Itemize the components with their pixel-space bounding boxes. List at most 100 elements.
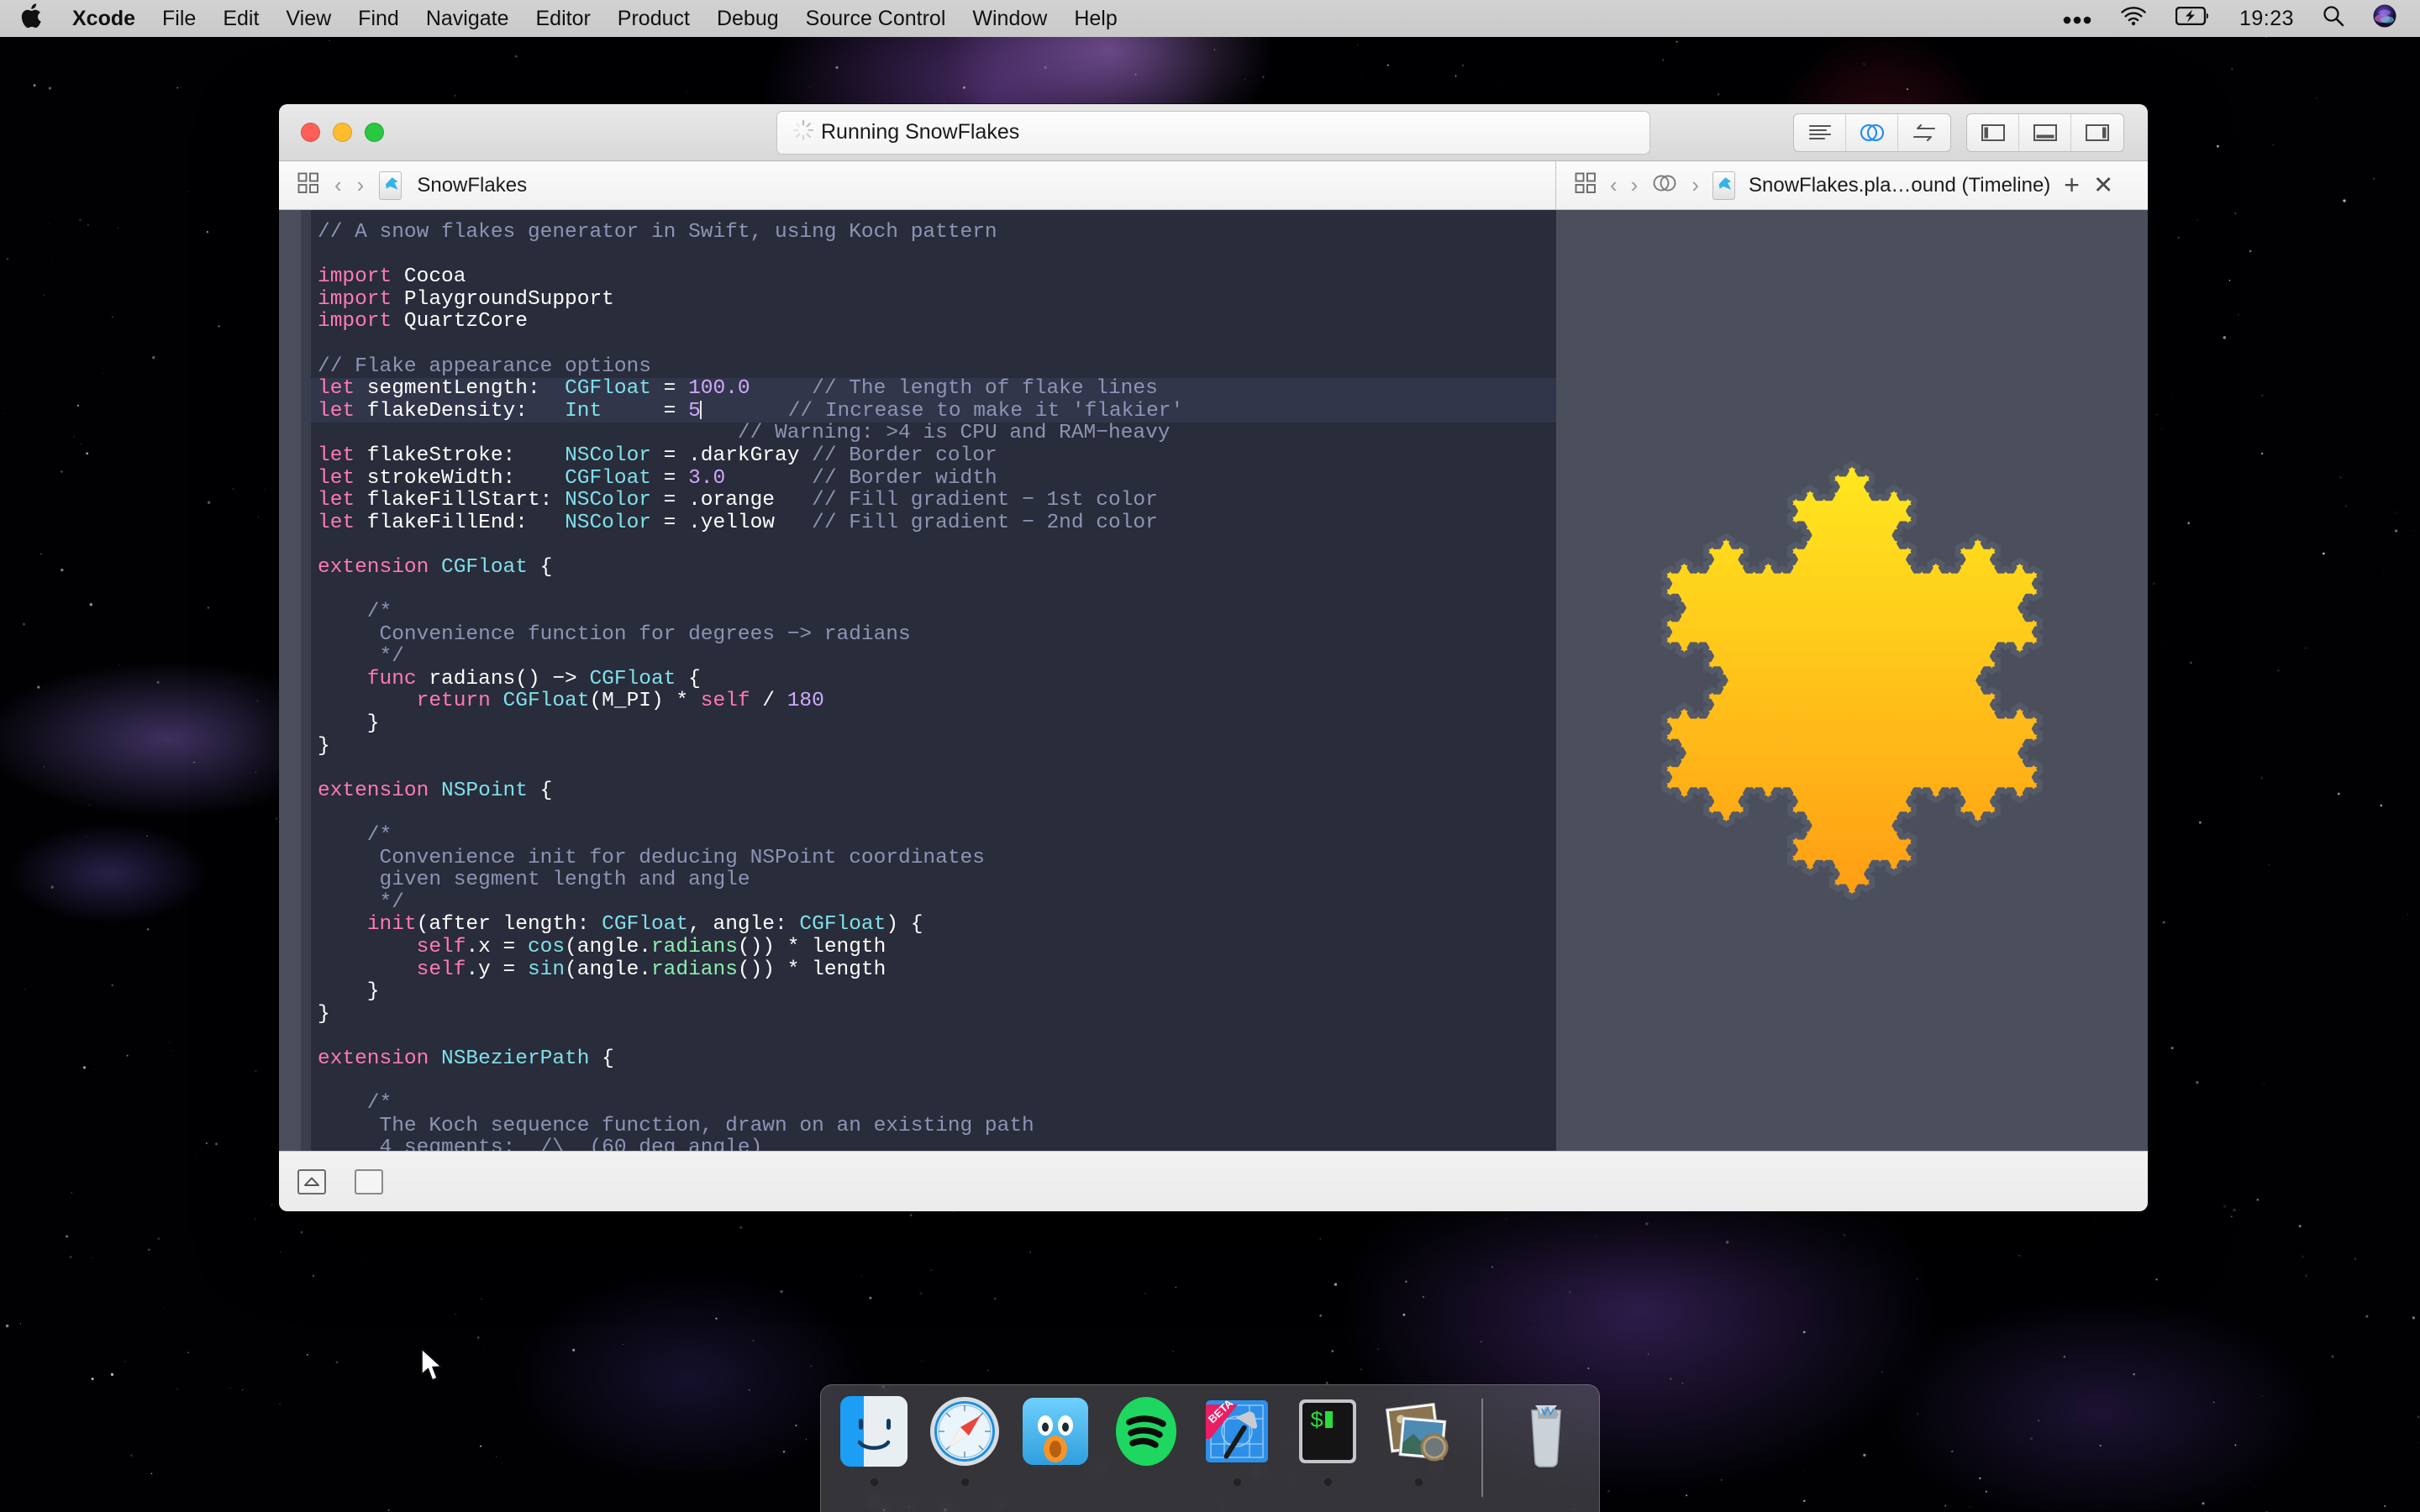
code-token: // Border color bbox=[812, 444, 997, 467]
dock-item-terminal[interactable]: $ bbox=[1292, 1395, 1364, 1486]
menu-item-xcode[interactable]: Xcode bbox=[59, 0, 149, 37]
menu-item-navigate[interactable]: Navigate bbox=[413, 0, 523, 37]
window-title-bar: Running SnowFlakes bbox=[279, 104, 2148, 161]
code-token: , angle: bbox=[688, 913, 799, 936]
menu-item-edit[interactable]: Edit bbox=[209, 0, 272, 37]
plus-icon[interactable]: + bbox=[2064, 170, 2080, 201]
hide-debug-area-button[interactable] bbox=[297, 1169, 326, 1194]
code-token bbox=[318, 668, 367, 690]
wifi-icon[interactable] bbox=[2120, 6, 2147, 32]
code-line: extension NSBezierPath { bbox=[311, 1048, 1556, 1071]
jump-bar-path-editor[interactable]: SnowFlakes bbox=[417, 174, 527, 197]
dock-item-spotify[interactable] bbox=[1110, 1395, 1182, 1486]
timeline-preview-pane[interactable] bbox=[1556, 210, 2148, 1151]
code-token: = .yellow bbox=[651, 512, 812, 534]
trash-icon bbox=[1510, 1395, 1582, 1467]
toggle-utilities-button[interactable] bbox=[2071, 114, 2123, 151]
spotlight-search-icon[interactable] bbox=[2323, 5, 2344, 33]
zoom-window-button[interactable] bbox=[365, 123, 384, 142]
code-token bbox=[318, 690, 417, 712]
code-token: NSColor bbox=[565, 512, 651, 534]
code-token: given segment length and angle bbox=[318, 869, 750, 891]
dock-item-finder[interactable] bbox=[838, 1395, 910, 1486]
code-token: // Increase to make it 'flakier' bbox=[788, 400, 1183, 423]
code-line: 4 segments: _/\_ (60 deg angle) bbox=[311, 1137, 1556, 1151]
code-token bbox=[702, 400, 788, 423]
related-items-icon[interactable] bbox=[297, 172, 319, 198]
menu-item-file[interactable]: File bbox=[149, 0, 209, 37]
code-token: flakeFillEnd: bbox=[355, 512, 565, 534]
code-line: // A snow flakes generator in Swift, usi… bbox=[311, 222, 1556, 244]
dock-item-tweetbot[interactable] bbox=[1019, 1395, 1092, 1486]
preview-icon bbox=[1382, 1395, 1455, 1467]
toggle-navigator-button[interactable] bbox=[1967, 114, 2019, 151]
dock-item-preview[interactable] bbox=[1382, 1395, 1455, 1486]
code-token: import bbox=[318, 265, 392, 288]
xcode-window: Running SnowFlakes bbox=[279, 104, 2148, 1211]
code-token: } bbox=[318, 1003, 330, 1026]
code-token: CGFloat bbox=[503, 690, 590, 712]
ellipsis-icon[interactable] bbox=[2063, 7, 2091, 31]
code-token: // Border width bbox=[812, 467, 997, 490]
menu-item-help[interactable]: Help bbox=[1060, 0, 1130, 37]
chevron-left-icon[interactable]: ‹ bbox=[334, 172, 342, 198]
code-token: */ bbox=[318, 891, 404, 914]
finder-icon bbox=[838, 1395, 910, 1467]
menu-item-source-control[interactable]: Source Control bbox=[792, 0, 960, 37]
standard-editor-button[interactable] bbox=[1794, 114, 1846, 151]
battery-charging-icon[interactable] bbox=[2175, 7, 2211, 31]
menu-item-window[interactable]: Window bbox=[959, 0, 1060, 37]
console-toggle-button[interactable] bbox=[355, 1169, 383, 1194]
code-token: PlaygroundSupport bbox=[392, 288, 614, 311]
code-token: init bbox=[367, 913, 417, 936]
menu-item-debug[interactable]: Debug bbox=[703, 0, 792, 37]
code-token: The Koch sequence function, drawn on an … bbox=[318, 1115, 1034, 1137]
jump-bar-path-assistant[interactable]: SnowFlakes.pla…ound (Timeline) bbox=[1749, 174, 2050, 197]
chevron-right-icon[interactable]: › bbox=[357, 172, 365, 198]
code-token: // A snow flakes generator in Swift, usi… bbox=[318, 221, 997, 244]
dock-item-trash[interactable] bbox=[1510, 1395, 1582, 1486]
code-line: let strokeWidth: CGFloat = 3.0 // Border… bbox=[311, 468, 1556, 491]
menu-item-product[interactable]: Product bbox=[604, 0, 703, 37]
code-token: NSBezierPath bbox=[441, 1047, 589, 1070]
dock-item-safari[interactable] bbox=[929, 1395, 1001, 1486]
menu-item-find[interactable]: Find bbox=[345, 0, 413, 37]
code-token: radians() −> bbox=[417, 668, 590, 690]
close-window-button[interactable] bbox=[301, 123, 320, 142]
toggle-debug-area-button[interactable] bbox=[2019, 114, 2071, 151]
code-line: given segment length and angle bbox=[311, 869, 1556, 892]
code-token: CGFloat bbox=[565, 377, 651, 400]
code-token: let bbox=[318, 489, 355, 512]
code-line: */ bbox=[311, 892, 1556, 915]
siri-icon[interactable] bbox=[2373, 4, 2396, 34]
chevron-left-icon[interactable]: ‹ bbox=[1610, 172, 1618, 198]
code-token bbox=[429, 1047, 441, 1070]
menu-item-view[interactable]: View bbox=[272, 0, 345, 37]
running-indicator bbox=[961, 1478, 969, 1486]
dock-item-xcode-beta[interactable]: BETA bbox=[1201, 1395, 1273, 1486]
version-editor-button[interactable] bbox=[1898, 114, 1950, 151]
assistant-editor-button[interactable] bbox=[1846, 114, 1898, 151]
code-text[interactable]: // A snow flakes generator in Swift, usi… bbox=[311, 210, 1556, 1151]
code-token: /* bbox=[318, 1092, 392, 1115]
editor-split-view: // A snow flakes generator in Swift, usi… bbox=[279, 210, 2148, 1151]
code-line bbox=[311, 1071, 1556, 1094]
code-line: import Cocoa bbox=[311, 266, 1556, 289]
apple-logo-icon[interactable] bbox=[20, 3, 42, 34]
close-x-icon[interactable]: ✕ bbox=[2093, 171, 2113, 200]
chevron-right-icon[interactable]: › bbox=[1631, 172, 1639, 198]
macos-menu-bar: Xcode File Edit View Find Navigate Edito… bbox=[0, 0, 2420, 37]
code-token: self bbox=[417, 958, 466, 981]
jump-bar-editor: ‹ › SnowFlakes bbox=[279, 161, 1556, 209]
venn-circles-icon[interactable] bbox=[1651, 173, 1678, 197]
source-code-editor[interactable]: // A snow flakes generator in Swift, usi… bbox=[279, 210, 1556, 1151]
menu-item-editor[interactable]: Editor bbox=[522, 0, 603, 37]
code-line bbox=[311, 802, 1556, 825]
code-token: (M_PI) * bbox=[589, 690, 700, 712]
code-token bbox=[725, 467, 812, 490]
code-token: NSPoint bbox=[441, 780, 528, 802]
code-token: Cocoa bbox=[392, 265, 466, 288]
related-items-icon[interactable] bbox=[1575, 172, 1597, 198]
minimize-window-button[interactable] bbox=[333, 123, 352, 142]
panel-toggle-segmented-control bbox=[1966, 113, 2124, 152]
